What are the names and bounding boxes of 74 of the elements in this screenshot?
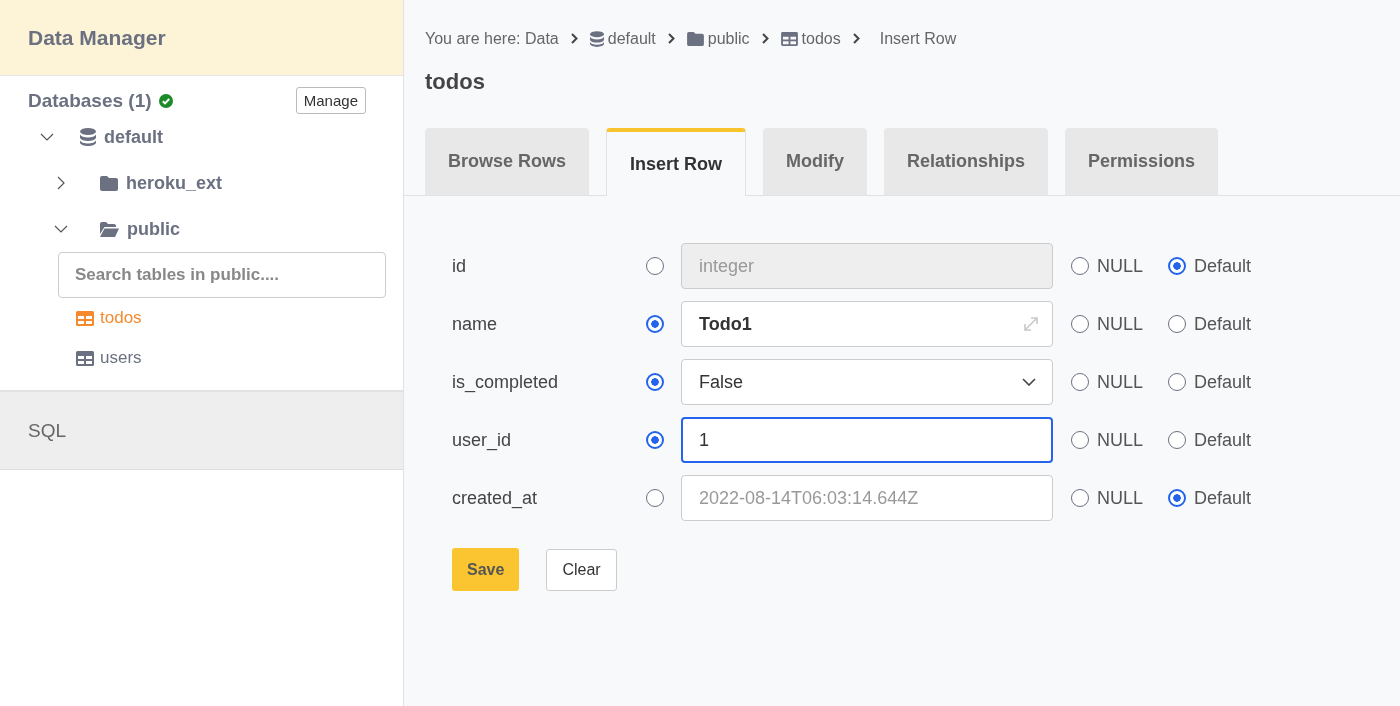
tab[interactable]: Modify [763,128,868,195]
radio-button[interactable] [646,315,664,333]
page-title: todos [425,69,486,95]
radio-button[interactable] [646,257,664,275]
database-icon [80,128,96,146]
radio-button[interactable] [646,489,664,507]
radio-button[interactable] [1168,431,1186,449]
select-field[interactable]: False [681,359,1053,405]
column-name: name [452,313,499,335]
sidebar-title: Data Manager [28,25,166,50]
database-item[interactable]: default [104,126,163,148]
chevron-right-icon[interactable] [57,176,65,190]
chevron-down-icon[interactable] [40,133,54,141]
column-name: user_id [452,429,513,451]
save-button[interactable]: Save [452,548,520,591]
radio-button[interactable] [1071,315,1089,333]
breadcrumb-text: You are here: Data [425,30,559,48]
radio-button[interactable] [1071,373,1089,391]
radio-button[interactable] [1071,431,1089,449]
manage-button[interactable]: Manage [295,87,366,114]
chevron-right-icon [852,33,860,44]
caret-icon [1022,378,1036,386]
radio-button[interactable] [646,373,664,391]
column-name: created_at [452,487,539,509]
sql-section[interactable]: SQL [0,390,403,470]
radio-button[interactable] [1071,489,1089,507]
option-label: Default [1193,313,1252,335]
folder-icon [100,175,118,191]
database-icon [589,31,604,47]
folder-icon [686,32,704,46]
tab[interactable]: Permissions [1065,128,1219,195]
table-name: users [100,348,142,368]
option-label: NULL [1096,429,1145,451]
table-item[interactable]: users [0,338,403,378]
tab[interactable]: Browse Rows [425,128,590,195]
table-name: todos [100,308,142,328]
option-label: NULL [1096,313,1145,335]
tab[interactable]: Insert Row [606,128,747,196]
tab[interactable]: Relationships [884,128,1049,195]
input-field[interactable]: 1 [681,417,1053,463]
input-field[interactable]: 2022-08-14T06:03:14.644Z [681,475,1053,521]
radio-button[interactable] [646,431,664,449]
breadcrumb-link[interactable]: todos [801,30,841,48]
breadcrumb-link[interactable]: default [607,30,656,48]
search-field[interactable]: Search tables in public.... [58,252,386,298]
radio-button[interactable] [1168,315,1186,333]
breadcrumb-link[interactable]: public [707,30,750,48]
option-label: NULL [1096,487,1145,509]
radio-button[interactable] [1168,489,1186,507]
radio-button[interactable] [1168,257,1186,275]
radio-button[interactable] [1071,257,1089,275]
option-label: Default [1193,429,1252,451]
databases-heading: Databases (1) [28,89,152,112]
column-name: id [452,255,467,277]
chevron-right-icon [667,33,675,44]
table-icon [76,350,94,366]
clear-button[interactable]: Clear [546,549,617,591]
schema-item[interactable]: heroku_ext [126,172,223,194]
option-label: Default [1193,487,1252,509]
chevron-right-icon [761,33,769,44]
chevron-down-icon[interactable] [54,225,68,233]
column-name: is_completed [452,371,560,393]
chevron-right-icon [570,33,578,44]
option-label: NULL [1096,371,1145,393]
table-icon [780,32,798,46]
option-label: Default [1193,371,1252,393]
radio-button[interactable] [1168,373,1186,391]
option-label: Default [1193,255,1252,277]
open-folder-icon [100,221,119,237]
option-label: NULL [1096,255,1145,277]
schema-item[interactable]: public [127,218,180,240]
text-area-field[interactable]: Todo1 [681,301,1053,347]
breadcrumb-text: Insert Row [879,30,957,48]
table-icon [76,310,94,326]
